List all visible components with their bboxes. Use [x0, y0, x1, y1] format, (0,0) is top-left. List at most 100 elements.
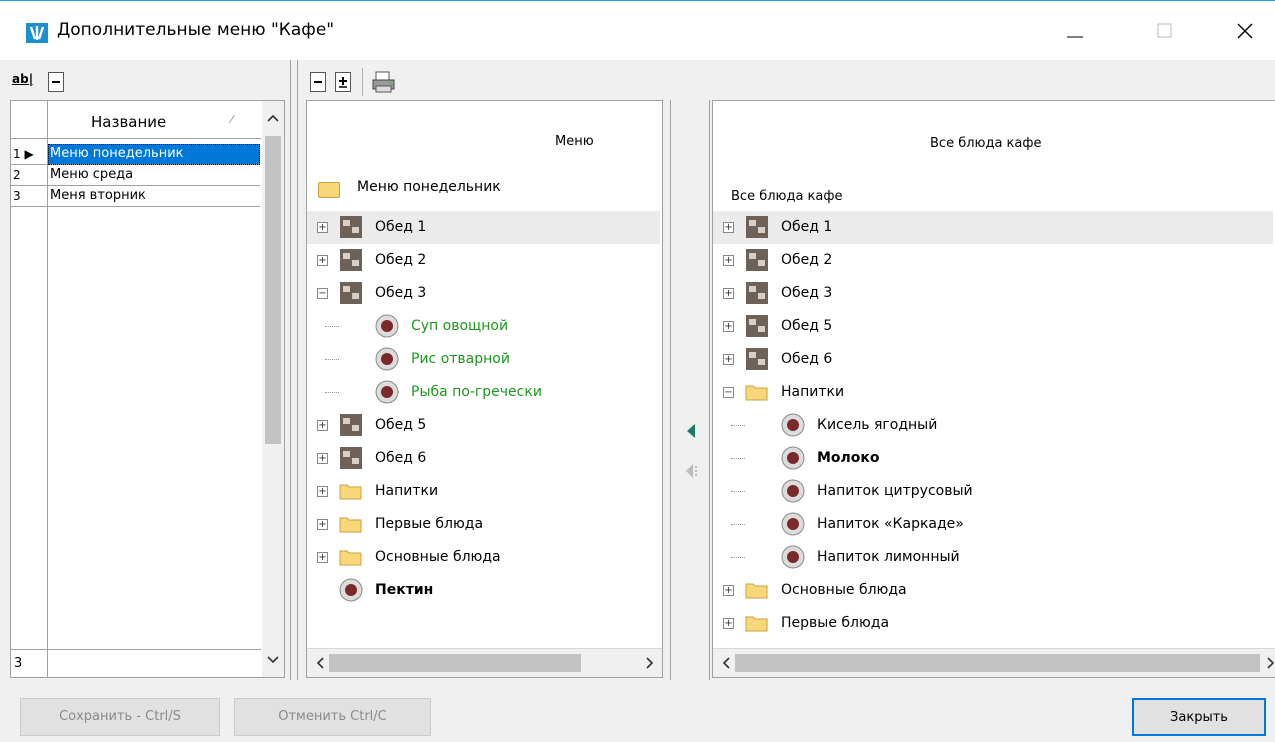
scroll-left-icon[interactable]: [315, 656, 325, 674]
expand-icon[interactable]: +: [723, 321, 734, 332]
tree-item[interactable]: + Обед 5: [713, 310, 1273, 343]
menu-tree-root[interactable]: Меню понедельник: [357, 179, 501, 195]
folder-icon: [745, 611, 769, 635]
minimize-button[interactable]: [1055, 13, 1095, 49]
tree-item-label: Напиток лимонный: [817, 549, 960, 565]
tree-item[interactable]: Напиток «Каркаде»: [713, 508, 1273, 541]
expand-icon[interactable]: +: [317, 420, 328, 431]
tree-item[interactable]: Напиток лимонный: [713, 541, 1273, 574]
tree-item[interactable]: + Обед 3: [713, 277, 1273, 310]
tree-item-label: Основные блюда: [375, 549, 501, 565]
close-button[interactable]: Закрыть: [1132, 698, 1266, 736]
tree-item[interactable]: − Обед 3: [307, 277, 660, 310]
expand-icon[interactable]: +: [317, 453, 328, 464]
expand-tree-icon[interactable]: [335, 72, 351, 92]
grid-header: Название ⁄: [11, 101, 261, 139]
scroll-left-icon[interactable]: [721, 656, 731, 674]
tree-item-label: Кисель ягодный: [817, 417, 938, 433]
column-header-name[interactable]: Название: [91, 113, 166, 131]
expand-icon[interactable]: +: [723, 288, 734, 299]
expand-icon[interactable]: +: [723, 354, 734, 365]
expand-icon[interactable]: +: [317, 486, 328, 497]
list-item[interactable]: Меню понедельник: [48, 144, 260, 165]
scroll-thumb[interactable]: [265, 136, 281, 444]
tree-item[interactable]: Рис отварной: [307, 343, 660, 376]
menu-tree-hscroll[interactable]: [307, 648, 662, 677]
expand-icon[interactable]: +: [723, 255, 734, 266]
tree-item[interactable]: + Обед 2: [307, 244, 660, 277]
tree-item[interactable]: Суп овощной: [307, 310, 660, 343]
tree-item[interactable]: + Напитки: [307, 475, 660, 508]
food-icon: [781, 413, 805, 437]
tree-item[interactable]: + Первые блюда: [713, 607, 1273, 640]
collapse-icon[interactable]: −: [317, 288, 328, 299]
scroll-up-icon[interactable]: [266, 113, 280, 126]
rename-icon[interactable]: ab|: [12, 72, 40, 92]
save-button[interactable]: Сохранить - Ctrl/S: [20, 698, 220, 736]
tree-item-label: Пектин: [375, 582, 434, 598]
tree-item-label: Обед 3: [781, 285, 833, 301]
dish-icon: [339, 446, 363, 470]
expand-icon[interactable]: +: [723, 618, 734, 629]
scroll-right-icon[interactable]: [645, 656, 655, 674]
tree-item[interactable]: Рыба по-гречески: [307, 376, 660, 409]
row-number[interactable]: 3: [11, 186, 47, 207]
menu-list-vscroll[interactable]: [262, 101, 284, 677]
tree-item[interactable]: Молоко: [713, 442, 1273, 475]
dish-icon: [745, 215, 769, 239]
collapse-tree-icon[interactable]: [310, 72, 326, 92]
scroll-down-icon[interactable]: [266, 653, 280, 669]
tree-item-label: Первые блюда: [781, 615, 890, 631]
cancel-button[interactable]: Отменить Ctrl/C: [234, 698, 431, 736]
tree-item[interactable]: − Напитки: [713, 376, 1273, 409]
tree-item[interactable]: + Обед 1: [307, 211, 660, 244]
dish-icon: [339, 248, 363, 272]
expand-icon[interactable]: +: [723, 222, 734, 233]
food-icon: [339, 578, 363, 602]
collapse-icon[interactable]: −: [723, 387, 734, 398]
tree-item[interactable]: + Обед 2: [713, 244, 1273, 277]
dishes-tree-header: Все блюда кафе: [930, 136, 1042, 151]
tree-item-label: Рис отварной: [411, 351, 510, 367]
expand-icon[interactable]: +: [317, 552, 328, 563]
tree-item-label: Рыба по-гречески: [411, 384, 542, 400]
row-number[interactable]: 1 ▶: [11, 144, 47, 165]
tree-item-label: Напитки: [375, 483, 439, 499]
food-icon: [375, 314, 399, 338]
splitter-vertical[interactable]: [290, 60, 298, 680]
tree-item[interactable]: Напиток цитрусовый: [713, 475, 1273, 508]
tree-item[interactable]: + Обед 1: [713, 211, 1273, 244]
tree-item-label: Напиток цитрусовый: [817, 483, 973, 499]
list-item[interactable]: Меня вторник: [48, 186, 260, 207]
dish-icon: [339, 413, 363, 437]
tree-item[interactable]: Кисель ягодный: [713, 409, 1273, 442]
tree-item[interactable]: Пектин: [307, 574, 660, 607]
dish-icon: [339, 215, 363, 239]
scroll-right-icon[interactable]: [1266, 656, 1275, 674]
expand-icon[interactable]: +: [317, 519, 328, 530]
tree-item-label: Молоко: [817, 450, 880, 466]
tree-item[interactable]: + Обед 6: [713, 343, 1273, 376]
expand-icon[interactable]: +: [317, 222, 328, 233]
dishes-tree-root[interactable]: Все блюда кафе: [731, 189, 842, 204]
dishes-tree-hscroll[interactable]: [713, 648, 1275, 677]
close-window-button[interactable]: [1225, 13, 1265, 49]
maximize-button[interactable]: [1145, 13, 1185, 49]
hscroll-thumb[interactable]: [329, 654, 581, 672]
tree-item[interactable]: + Основные блюда: [307, 541, 660, 574]
print-icon[interactable]: [372, 70, 396, 94]
tree-item[interactable]: + Первые блюда: [307, 508, 660, 541]
expand-icon[interactable]: +: [317, 255, 328, 266]
add-to-menu-arrow-icon[interactable]: [685, 423, 697, 443]
tree-item[interactable]: + Обед 5: [307, 409, 660, 442]
hscroll-thumb[interactable]: [735, 654, 1260, 672]
remove-from-menu-arrow-icon[interactable]: [685, 463, 701, 483]
row-number[interactable]: 2: [11, 165, 47, 186]
collapse-all-icon[interactable]: [48, 72, 64, 92]
list-item[interactable]: Меню среда: [48, 165, 260, 186]
tree-item[interactable]: + Обед 6: [307, 442, 660, 475]
dish-icon: [745, 248, 769, 272]
expand-icon[interactable]: +: [723, 585, 734, 596]
tree-item-label: Основные блюда: [781, 582, 907, 598]
tree-item[interactable]: + Основные блюда: [713, 574, 1273, 607]
